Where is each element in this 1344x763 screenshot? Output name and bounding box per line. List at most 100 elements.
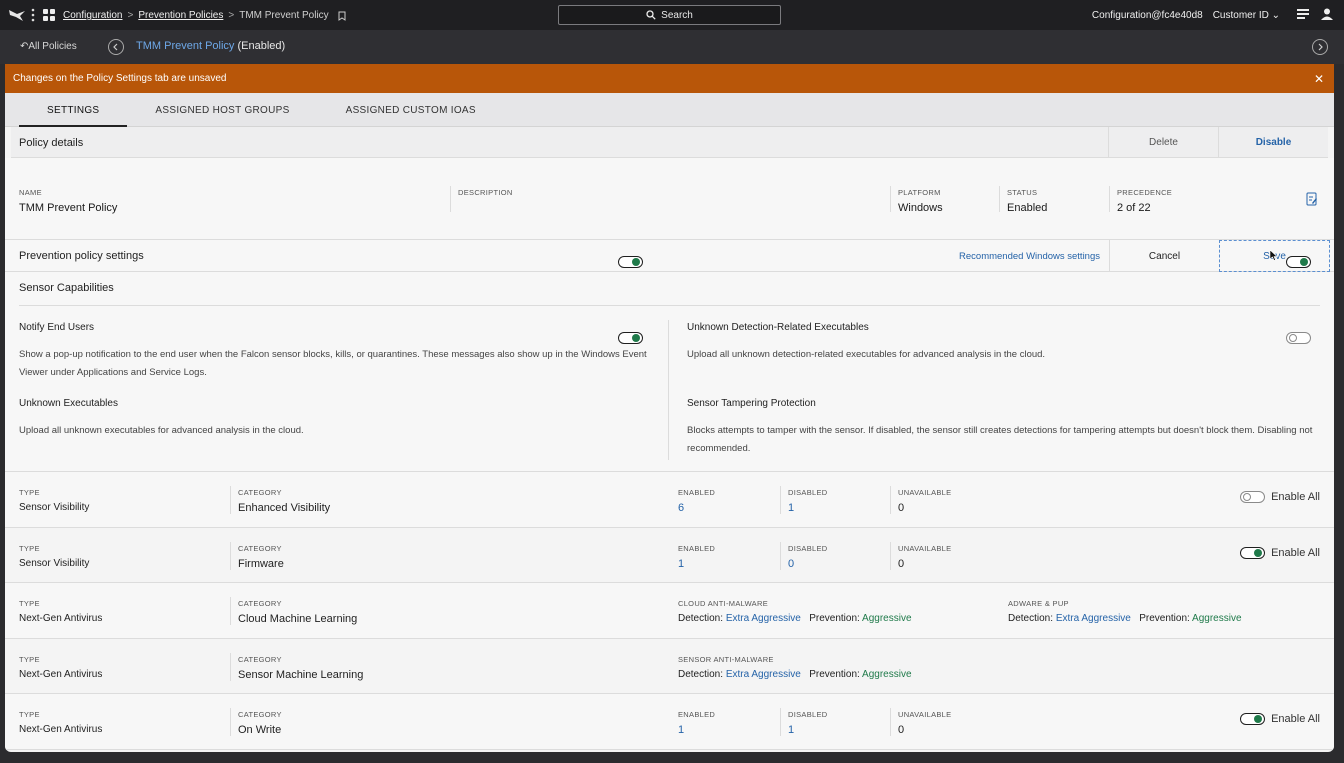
disabled-count[interactable]: 0 [788, 558, 828, 570]
disabled-count[interactable]: 1 [788, 724, 828, 736]
sensor-capabilities: Sensor Capabilities Notify End Users Sho… [5, 256, 1334, 472]
field-label: PLATFORM [898, 188, 941, 197]
capability-title: Unknown Detection-Related Executables [687, 322, 869, 333]
cell-label: CLOUD ANTI-MALWARE [678, 599, 768, 608]
cell-label: ENABLED [678, 543, 716, 553]
enable-all-control[interactable]: Enable All [1240, 546, 1320, 559]
table-row[interactable]: TYPE Sensor Visibility CATEGORY Firmware E… [5, 527, 1334, 583]
search-icon [646, 10, 656, 20]
capability-title: Notify End Users [19, 322, 95, 333]
field-value: Windows [898, 202, 943, 214]
breadcrumb-separator: > [228, 10, 235, 21]
enable-all-toggle[interactable] [1240, 713, 1266, 725]
sensor-tampering-toggle[interactable] [1286, 332, 1311, 344]
cell-value: On Write [238, 724, 282, 736]
top-right-icons [1296, 7, 1334, 21]
enabled-count[interactable]: 6 [678, 502, 715, 514]
cell-value: Next-Gen Antivirus [19, 613, 103, 624]
table-row[interactable]: TYPE Sensor Visibility CATEGORY Enhanced V… [5, 472, 1334, 528]
enabled-cell: ENABLED 1 [678, 710, 715, 736]
unavailable-cell: UNAVAILABLE 0 [898, 710, 951, 736]
capability-description: Upload all unknown detection-related exe… [687, 349, 1046, 360]
user-area: Configuration@fc4e40d8 Customer ID ⌄ [1092, 10, 1280, 21]
user-profile-icon[interactable] [1320, 7, 1334, 21]
collapse-left-icon[interactable] [108, 39, 124, 55]
cell-label: UNAVAILABLE [898, 710, 952, 719]
apps-grid-icon[interactable] [43, 9, 55, 21]
policy-details: NAME TMM Prevent Policy DESCRIPTION PLAT… [5, 158, 1334, 240]
user-account[interactable]: Configuration@fc4e40d8 [1092, 10, 1203, 21]
detection-level[interactable]: Extra Aggressive [726, 613, 801, 624]
disabled-count[interactable]: 1 [788, 502, 828, 514]
detection-label: Detection: [678, 668, 724, 680]
enabled-cell: ENABLED 1 [678, 544, 715, 570]
enable-all-toggle[interactable] [1240, 491, 1266, 503]
table-row[interactable]: TYPE Next-Gen Antivirus CATEGORY Cloud Mac… [5, 583, 1334, 639]
breadcrumb-prevention-policies[interactable]: Prevention Policies [138, 10, 223, 21]
cell-label: TYPE [19, 654, 40, 664]
category-cell: CATEGORY Cloud Machine Learning [238, 599, 357, 625]
unknown-detection-executables-toggle[interactable] [1286, 256, 1311, 268]
divider [999, 186, 1000, 212]
field-value: TMM Prevent Policy [19, 202, 118, 214]
sensor-anti-malware-cell: SENSOR ANTI-MALWARE Detection: Extra Agg… [678, 655, 912, 680]
capability-sensor-tampering-protection: Sensor Tampering Protection Blocks attem… [687, 398, 1317, 458]
recommended-settings-link[interactable]: Recommended Windows settings [959, 251, 1100, 262]
close-icon[interactable]: ✕ [1314, 72, 1324, 86]
divider [230, 541, 231, 570]
prevention-policy-settings-header: Prevention policy settings Recommended W… [5, 240, 1334, 272]
breadcrumb-configuration[interactable]: Configuration [63, 10, 122, 21]
notify-end-users-toggle[interactable] [618, 256, 643, 268]
cell-label: UNAVAILABLE [898, 488, 952, 497]
notifications-list-icon[interactable] [1296, 7, 1310, 21]
detection-level[interactable]: Extra Aggressive [1056, 613, 1131, 624]
mouse-cursor-icon [1270, 250, 1278, 261]
tab-assigned-custom-ioas[interactable]: ASSIGNED CUSTOM IOAS [318, 93, 504, 127]
breadcrumb: Configuration > Prevention Policies > TM… [63, 10, 346, 21]
enable-all-toggle[interactable] [1240, 546, 1266, 559]
cell-value: Sensor Machine Learning [238, 668, 364, 681]
prevention-label: Prevention: [1139, 613, 1190, 624]
cell-label: UNAVAILABLE [898, 543, 952, 553]
tab-assigned-host-groups[interactable]: ASSIGNED HOST GROUPS [127, 93, 317, 127]
divider [668, 320, 669, 460]
bookmark-icon[interactable] [338, 11, 346, 21]
table-row[interactable]: TYPE Next-Gen Antivirus CATEGORY Sensor Ma… [5, 638, 1334, 694]
enable-all-control[interactable]: Enable All [1240, 491, 1320, 503]
search-input[interactable]: Search [558, 5, 781, 25]
divider [450, 186, 451, 212]
expand-right-icon[interactable] [1312, 39, 1328, 55]
more-vertical-icon[interactable] [31, 8, 35, 22]
cell-label: CATEGORY [238, 710, 282, 719]
field-status: STATUS Enabled [1007, 188, 1047, 214]
top-bar: Configuration > Prevention Policies > TM… [0, 0, 1344, 30]
cell-label: TYPE [19, 488, 40, 497]
disabled-cell: DISABLED 1 [788, 710, 828, 736]
divider [780, 486, 781, 514]
edit-icon[interactable] [1306, 192, 1318, 206]
cell-label: DISABLED [788, 710, 828, 719]
tab-settings[interactable]: SETTINGS [19, 93, 128, 127]
table-row[interactable]: TYPE Next-Gen Antivirus CATEGORY On Write … [5, 694, 1334, 750]
prevention-level[interactable]: Aggressive [862, 669, 911, 680]
cancel-button[interactable]: Cancel [1109, 240, 1219, 272]
cell-value: Next-Gen Antivirus [19, 724, 103, 735]
enabled-cell: ENABLED 6 [678, 488, 715, 514]
enabled-count[interactable]: 1 [678, 558, 715, 570]
all-policies-link[interactable]: ↶All Policies [20, 41, 77, 52]
customer-id-dropdown[interactable]: Customer ID ⌄ [1213, 10, 1280, 21]
detection-level[interactable]: Extra Aggressive [726, 669, 801, 680]
enable-all-label: Enable All [1271, 491, 1320, 503]
disable-button[interactable]: Disable [1218, 127, 1328, 158]
prevention-level[interactable]: Aggressive [1192, 613, 1241, 624]
prevention-level[interactable]: Aggressive [862, 613, 911, 624]
divider [230, 597, 231, 625]
falcon-logo-icon[interactable] [8, 8, 26, 22]
unknown-executables-toggle[interactable] [618, 332, 643, 344]
delete-button[interactable]: Delete [1108, 127, 1218, 158]
cell-label: ENABLED [678, 488, 716, 497]
enable-all-control[interactable]: Enable All [1240, 713, 1320, 725]
enabled-count[interactable]: 1 [678, 724, 715, 736]
all-policies-label: All Policies [28, 41, 77, 52]
unavailable-cell: UNAVAILABLE 0 [898, 544, 951, 570]
